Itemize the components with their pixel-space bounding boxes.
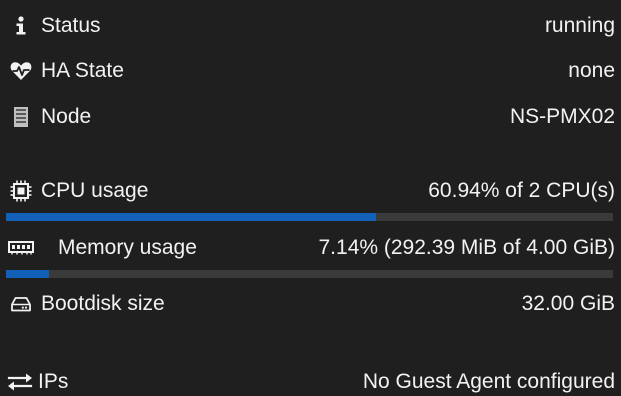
cpu-usage-label: CPU usage [41, 179, 149, 202]
memory-usage-bar [6, 270, 613, 278]
hdd-icon [10, 293, 32, 315]
cpu-icon [10, 180, 32, 202]
bootdisk-label: Bootdisk size [41, 292, 165, 315]
memory-usage-bar-fill [6, 270, 50, 278]
memory-usage-row: Memory usage 7.14% (292.39 MiB of 4.00 G… [0, 228, 621, 268]
status-value: running [544, 14, 615, 37]
node-value: NS-PMX02 [509, 105, 615, 128]
node-label: Node [41, 105, 92, 128]
node-row: Node NS-PMX02 [0, 97, 621, 137]
ips-row: IPs No Guest Agent configured [0, 362, 621, 396]
memory-icon [8, 237, 34, 259]
ips-value: No Guest Agent configured [362, 370, 615, 393]
exchange-icon [7, 371, 33, 393]
memory-usage-value: 7.14% (292.39 MiB of 4.00 GiB) [318, 236, 616, 259]
cpu-usage-row: CPU usage 60.94% of 2 CPU(s) [0, 171, 621, 211]
memory-usage-label: Memory usage [58, 236, 197, 259]
server-icon [10, 106, 32, 128]
heartbeat-icon [10, 60, 32, 82]
status-row: Status running [0, 6, 621, 46]
ha-state-row: HA State none [0, 51, 621, 91]
cpu-usage-value: 60.94% of 2 CPU(s) [428, 179, 615, 202]
ha-state-value: none [568, 59, 615, 82]
status-label: Status [41, 14, 101, 37]
bootdisk-value: 32.00 GiB [521, 292, 615, 315]
info-icon [10, 15, 32, 37]
bootdisk-row: Bootdisk size 32.00 GiB [0, 284, 621, 324]
ha-state-label: HA State [41, 59, 124, 82]
cpu-usage-bar [6, 213, 613, 221]
cpu-usage-bar-fill [6, 213, 376, 221]
ips-label: IPs [38, 370, 69, 393]
